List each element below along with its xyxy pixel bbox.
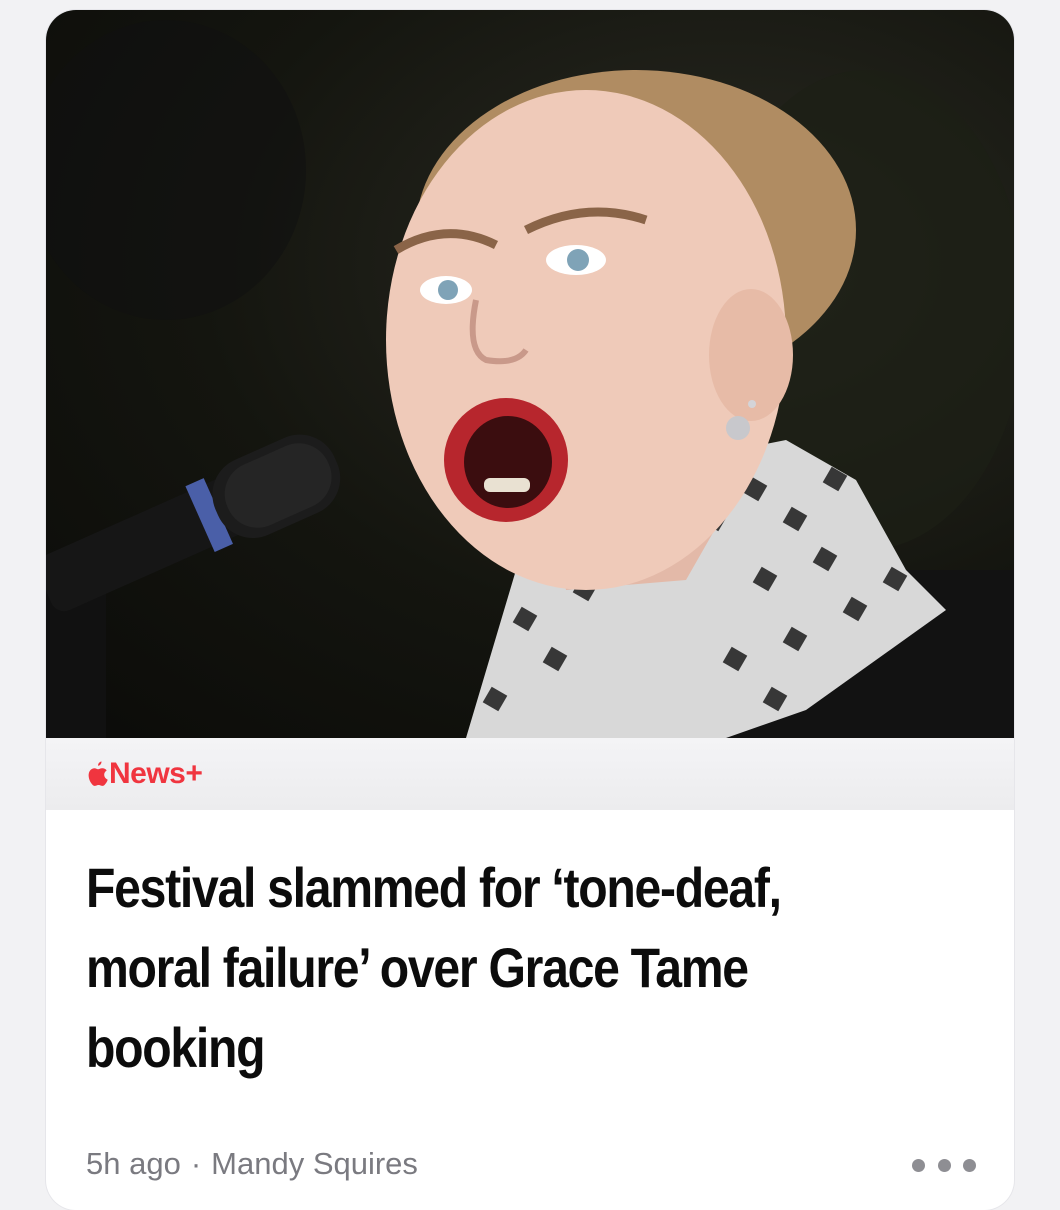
news-article-card[interactable]: News+ Festival slammed for ‘tone-deaf, m…: [46, 10, 1014, 1210]
apple-logo-icon: [88, 761, 108, 786]
article-hero-image: [46, 10, 1014, 738]
brand-label: News+: [109, 757, 203, 790]
article-headline[interactable]: Festival slammed for ‘tone-deaf, moral f…: [86, 848, 851, 1088]
source-bar[interactable]: News+: [46, 738, 1014, 810]
ellipsis-icon[interactable]: [912, 1150, 976, 1180]
news-plus-logo: News+: [86, 757, 203, 791]
more-dot: [937, 1158, 951, 1172]
article-author: Mandy Squires: [211, 1146, 418, 1181]
article-time: 5h ago: [86, 1146, 181, 1181]
more-dot: [963, 1158, 976, 1172]
article-meta: 5h ago · Mandy Squires: [86, 1146, 418, 1182]
more-dot: [912, 1158, 925, 1172]
meta-separator: ·: [190, 1146, 202, 1181]
